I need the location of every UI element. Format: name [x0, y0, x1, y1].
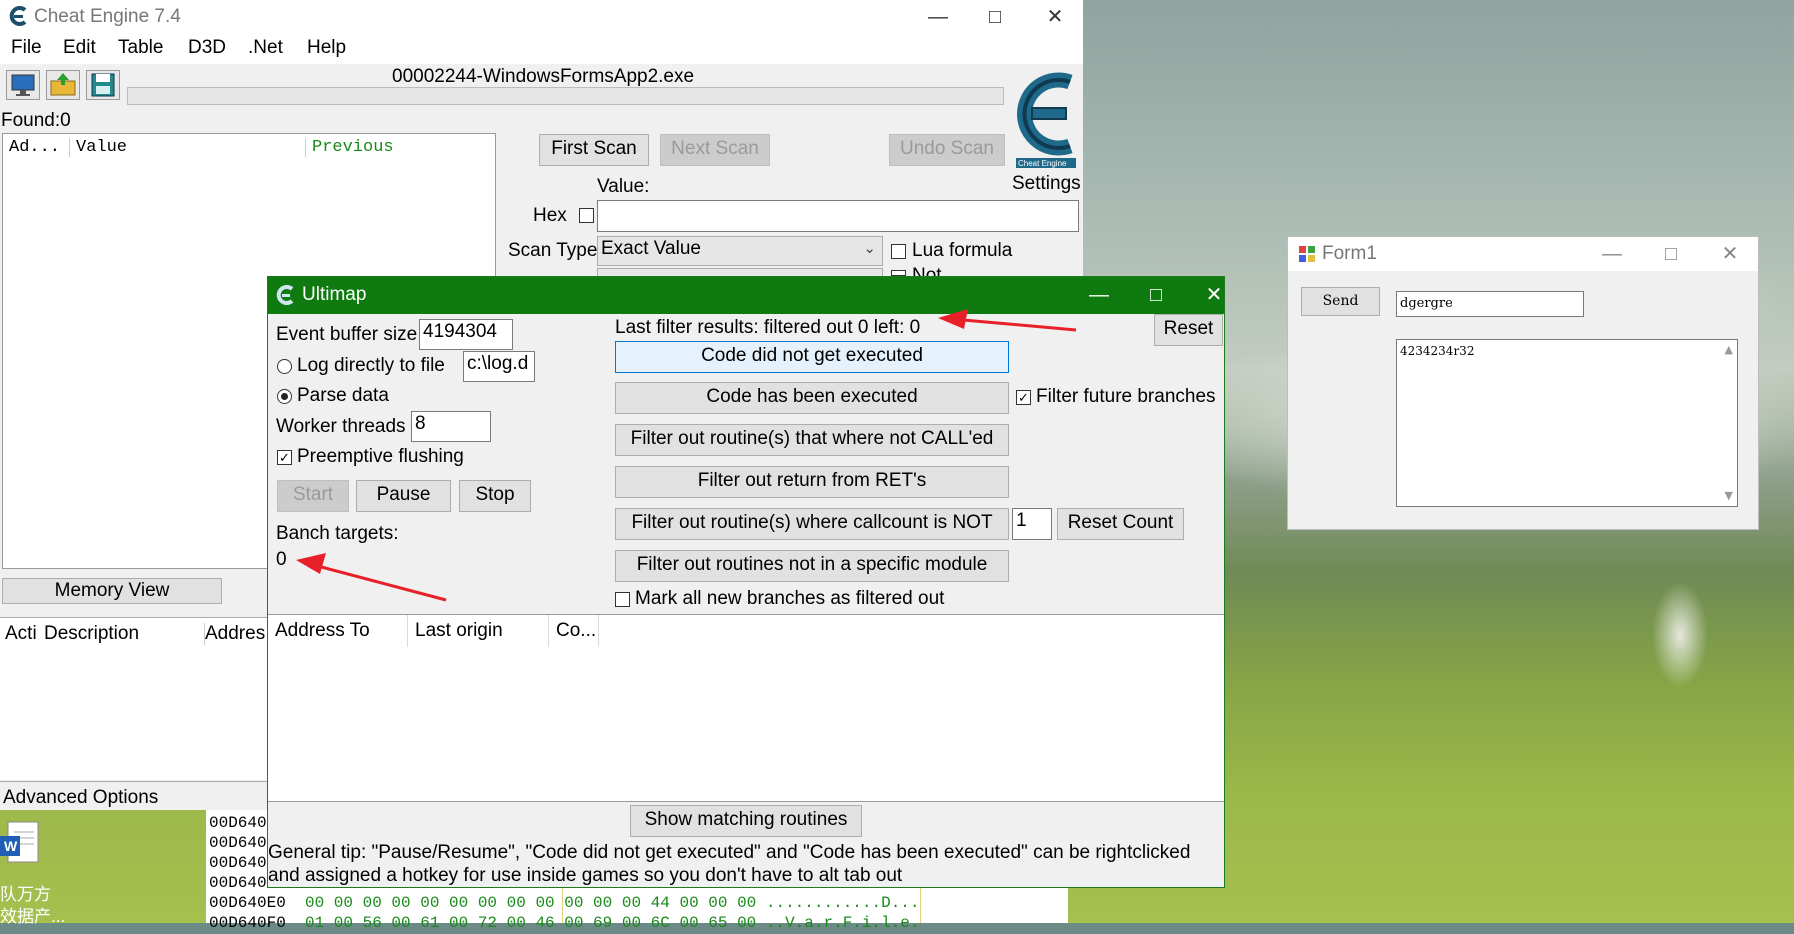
- annotation-arrows: [296, 309, 1077, 602]
- red-arrow-icon: [938, 309, 1077, 332]
- red-arrow-icon: [296, 553, 447, 602]
